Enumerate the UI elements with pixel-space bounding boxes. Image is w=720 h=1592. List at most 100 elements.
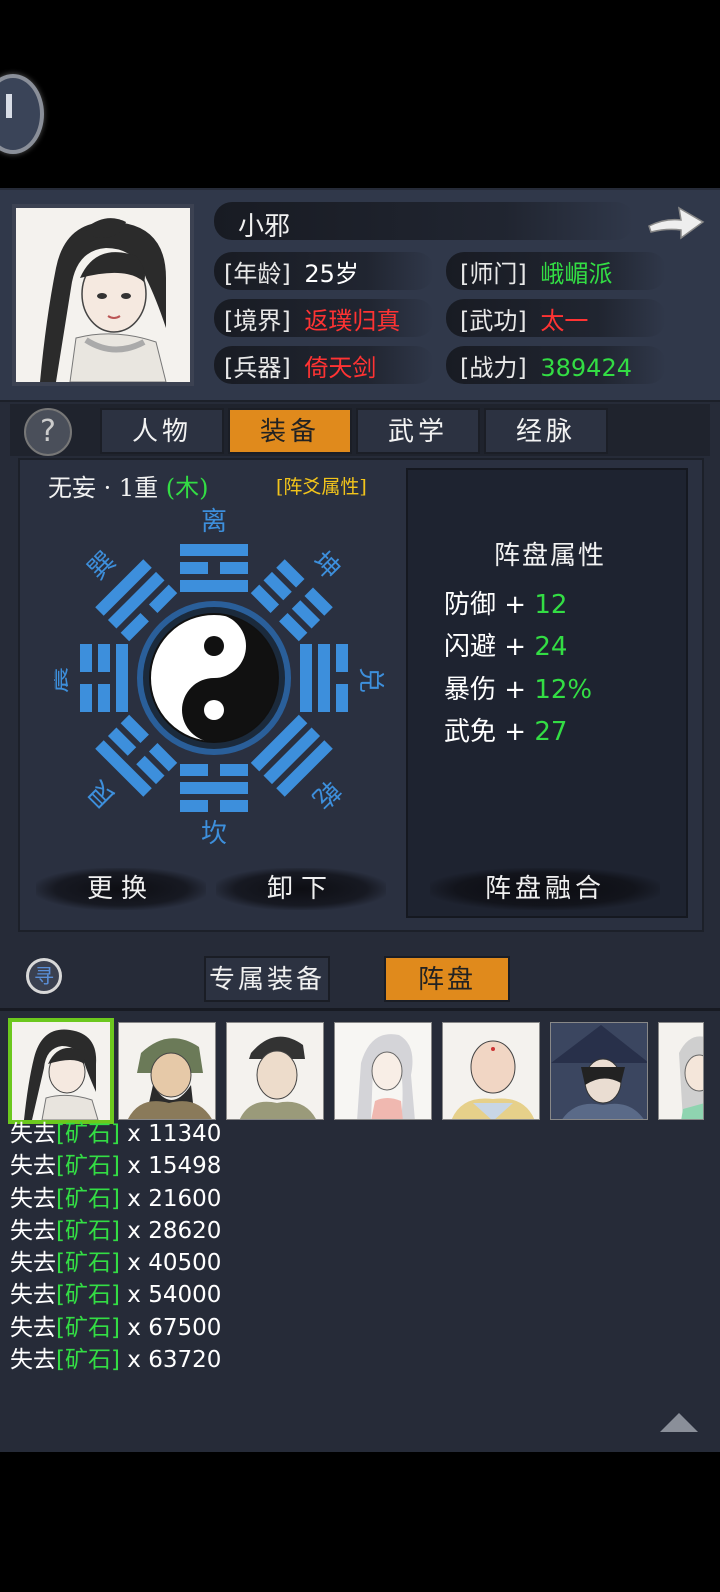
stat-row: 闪避 + 24: [444, 632, 568, 662]
trigram-zhen-icon: [80, 644, 128, 712]
trigram-label: 乾: [306, 774, 346, 814]
log-amount: x 21600: [127, 1185, 222, 1212]
subtab-bar: [0, 948, 720, 1011]
field-value: 返璞归真: [304, 307, 401, 335]
log-amount: x 63720: [127, 1347, 222, 1374]
log-item: [矿石]: [56, 1185, 120, 1212]
log-prefix: 失去: [10, 1314, 56, 1341]
character-card[interactable]: [658, 1022, 704, 1120]
field-label: [战力]: [460, 354, 527, 382]
field-sect: [师门] 峨嵋派: [460, 254, 612, 289]
stat-row: 防御 + 12: [444, 590, 568, 620]
yin-yang-icon: [137, 601, 291, 755]
field-age: [年龄] 25岁: [224, 254, 359, 289]
trigram-kan-icon: [180, 764, 248, 812]
log-amount: x 15498: [127, 1153, 222, 1180]
log-amount: x 67500: [127, 1314, 222, 1341]
trigram-li-icon: [180, 544, 248, 592]
search-icon[interactable]: 寻: [26, 958, 62, 994]
field-label: [兵器]: [224, 354, 291, 382]
character-card[interactable]: [226, 1022, 324, 1120]
field-value: 25岁: [304, 260, 359, 288]
character-card[interactable]: [8, 1018, 114, 1124]
field-label: [年龄]: [224, 260, 291, 288]
trigram-dui-icon: [300, 644, 348, 712]
tab-equipment[interactable]: 装备: [228, 408, 352, 454]
trigram-label: 坎: [201, 819, 227, 849]
tab-martial-arts[interactable]: 武学: [356, 408, 480, 454]
field-value: 峨嵋派: [540, 260, 613, 288]
log-item: [矿石]: [56, 1217, 120, 1244]
log-prefix: 失去: [10, 1250, 56, 1277]
help-icon[interactable]: ?: [24, 408, 72, 456]
log-item: [矿石]: [56, 1250, 120, 1277]
field-power: [战力] 389424: [460, 348, 632, 383]
log-line: 失去[矿石] x 67500: [10, 1312, 221, 1344]
stat-row: 暴伤 + 12%: [444, 675, 593, 705]
scroll-up-icon[interactable]: [658, 1410, 700, 1434]
tab-character[interactable]: 人物: [100, 408, 224, 454]
log-prefix: 失去: [10, 1282, 56, 1309]
arrow-right-icon[interactable]: [645, 202, 705, 242]
log-item: [矿石]: [56, 1121, 120, 1147]
log-item: [矿石]: [56, 1282, 120, 1309]
stat-name: 暴伤: [444, 675, 497, 705]
log-prefix: 失去: [10, 1185, 56, 1212]
log-line: 失去[矿石] x 21600: [10, 1183, 221, 1215]
replace-button[interactable]: 更换: [36, 868, 206, 910]
log-prefix: 失去: [10, 1217, 56, 1244]
character-card[interactable]: [118, 1022, 216, 1120]
back-icon: [6, 94, 12, 118]
stat-name: 防御: [444, 590, 497, 620]
log-prefix: 失去: [10, 1153, 56, 1180]
tab-meridians[interactable]: 经脉: [484, 408, 608, 454]
field-value: 倚天剑: [304, 354, 377, 382]
back-button[interactable]: [0, 74, 44, 154]
log-item: [矿石]: [56, 1347, 120, 1374]
character-card[interactable]: [550, 1022, 648, 1120]
formation-element: (木): [165, 474, 209, 502]
field-label: [境界]: [224, 307, 291, 335]
log-amount: x 11340: [127, 1121, 222, 1147]
character-portrait: [12, 204, 194, 386]
bagua-diagram: 离 坤 兑 乾 坎 艮 震 巽: [54, 507, 385, 849]
log-item: [矿石]: [56, 1153, 120, 1180]
log-line: 失去[矿石] x 63720: [10, 1344, 221, 1376]
field-label: [师门]: [460, 260, 527, 288]
attribute-title: 阵盘属性: [493, 541, 606, 571]
subtab-formation[interactable]: 阵盘: [384, 956, 510, 1002]
field-value: 太一: [540, 307, 589, 335]
log-line: 失去[矿石] x 40500: [10, 1247, 221, 1279]
trigram-label: 艮: [82, 774, 122, 814]
log-prefix: 失去: [10, 1347, 56, 1374]
stat-value: 24: [534, 632, 568, 662]
subtab-exclusive-equipment[interactable]: 专属装备: [204, 956, 330, 1002]
trigram-label: 坤: [306, 546, 346, 586]
field-value: 389424: [540, 354, 632, 382]
formation-name: 无妄 · 1重: [48, 474, 159, 502]
trigram-label: 兑: [355, 667, 385, 693]
fuse-button[interactable]: 阵盘融合: [430, 868, 660, 910]
log-line: 失去[矿石] x 15498: [10, 1150, 221, 1182]
log-line: 失去[矿石] x 54000: [10, 1279, 221, 1311]
stat-name: 闪避: [444, 632, 497, 662]
stat-value: 27: [534, 717, 568, 747]
stat-name: 武免: [444, 717, 497, 747]
unequip-button[interactable]: 卸下: [216, 868, 386, 910]
character-card[interactable]: [334, 1022, 432, 1120]
character-card[interactable]: [442, 1022, 540, 1120]
trigram-label: 离: [201, 507, 227, 537]
character-name: 小邪: [238, 212, 291, 242]
formation-title: 无妄 · 1重 (木): [48, 468, 209, 503]
log-item: [矿石]: [56, 1314, 120, 1341]
stat-row: 武免 + 27: [444, 717, 568, 747]
log-line: 失去[矿石] x 28620: [10, 1215, 221, 1247]
field-label: [武功]: [460, 307, 527, 335]
log-prefix: 失去: [10, 1121, 56, 1147]
log-amount: x 28620: [127, 1217, 222, 1244]
log-line: 失去[矿石] x 11340: [10, 1118, 221, 1150]
field-weapon: [兵器] 倚天剑: [224, 348, 376, 383]
log-amount: x 54000: [127, 1282, 222, 1309]
formation-attr-link[interactable]: [阵爻属性]: [276, 472, 367, 499]
field-realm: [境界] 返璞归真: [224, 301, 400, 336]
